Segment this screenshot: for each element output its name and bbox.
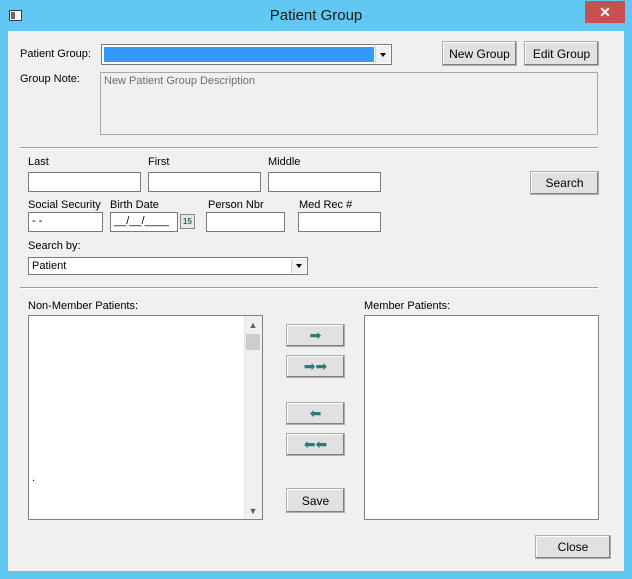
group-note-field[interactable]: New Patient Group Description	[100, 72, 598, 135]
non-member-list[interactable]: . ▲ ▼	[28, 315, 263, 520]
calendar-icon[interactable]: 15	[180, 214, 195, 229]
non-member-scrollbar[interactable]: ▲ ▼	[244, 316, 262, 519]
edit-group-button[interactable]: Edit Group	[524, 41, 599, 66]
add-all-button[interactable]: ➡➡	[286, 355, 345, 378]
divider	[20, 287, 598, 289]
window-frame: Patient Group ✕ Patient Group: New Group…	[0, 0, 632, 579]
close-window-button[interactable]: ✕	[585, 1, 625, 23]
birth-date-label: Birth Date	[110, 199, 159, 211]
add-one-button[interactable]: ➡	[286, 324, 345, 347]
group-note-label: Group Note:	[20, 73, 80, 85]
remove-one-button[interactable]: ⬅	[286, 402, 345, 425]
patient-group-label: Patient Group:	[20, 48, 91, 60]
person-nbr-input[interactable]	[206, 212, 285, 232]
search-by-dropdown[interactable]: Patient	[28, 257, 308, 275]
title-bar[interactable]: Patient Group ✕	[0, 0, 632, 31]
middle-name-label: Middle	[268, 156, 301, 168]
non-member-label: Non-Member Patients:	[28, 300, 139, 312]
ssn-label: Social Security	[28, 199, 101, 211]
scroll-up-icon[interactable]: ▲	[245, 316, 261, 333]
remove-all-button[interactable]: ⬅⬅	[286, 433, 345, 456]
med-rec-label: Med Rec #	[299, 199, 353, 211]
med-rec-input[interactable]	[298, 212, 381, 232]
search-by-value: Patient	[32, 260, 67, 272]
first-name-input[interactable]	[148, 172, 261, 192]
member-label: Member Patients:	[364, 300, 451, 312]
middle-name-input[interactable]	[268, 172, 381, 192]
divider	[20, 147, 598, 149]
new-group-button[interactable]: New Group	[442, 41, 517, 66]
patient-group-selection	[104, 47, 374, 62]
dropdown-arrow-icon[interactable]	[291, 259, 306, 273]
dropdown-arrow-icon[interactable]	[375, 46, 390, 63]
search-button[interactable]: Search	[530, 171, 599, 195]
patient-group-dropdown[interactable]	[101, 44, 392, 65]
save-button[interactable]: Save	[286, 488, 345, 513]
person-nbr-label: Person Nbr	[208, 199, 264, 211]
last-name-input[interactable]	[28, 172, 141, 192]
close-button[interactable]: Close	[535, 535, 611, 559]
first-name-label: First	[148, 156, 170, 168]
scroll-down-icon[interactable]: ▼	[245, 502, 261, 519]
window-title: Patient Group	[269, 7, 363, 24]
dialog-body: Patient Group: New Group Edit Group Grou…	[8, 31, 624, 571]
ssn-input[interactable]: - -	[28, 212, 103, 232]
list-item[interactable]: .	[32, 472, 35, 484]
search-by-label: Search by:	[28, 240, 81, 252]
birth-date-input[interactable]: __/__/____	[110, 212, 178, 232]
last-name-label: Last	[28, 156, 49, 168]
member-list[interactable]	[364, 315, 599, 520]
scroll-thumb[interactable]	[246, 334, 260, 350]
